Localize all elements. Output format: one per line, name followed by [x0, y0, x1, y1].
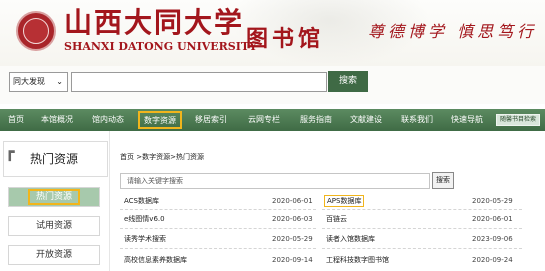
keyword-search-button[interactable]: 搜索: [432, 172, 454, 189]
nav-item-contact[interactable]: 联系我们: [401, 109, 433, 131]
database-link[interactable]: 工程科技数字图书馆: [326, 254, 389, 266]
sidebar-item-label: 热门资源: [27, 189, 80, 205]
sidebar-item-open-resources[interactable]: 开放资源: [8, 245, 100, 265]
database-link[interactable]: 百链云: [326, 213, 347, 225]
university-motto: 尊德博学 慎思笃行: [368, 22, 538, 41]
keyword-search-input[interactable]: 请输入关键字搜索: [120, 173, 430, 189]
nav-item-index[interactable]: 移居索引: [195, 109, 227, 131]
row-divider: [120, 228, 316, 229]
row-divider: [120, 248, 316, 249]
database-link[interactable]: 读者入馆数据库: [326, 233, 375, 245]
search-scope-value: 同大发现: [13, 77, 45, 86]
database-date: 2020-06-03: [272, 215, 313, 223]
chevron-down-icon: ⌄: [56, 77, 63, 86]
nav-item-collection[interactable]: 文献建设: [350, 109, 382, 131]
database-link[interactable]: ACS数据库: [124, 195, 159, 207]
database-date: 2020-05-29: [272, 235, 313, 243]
database-link[interactable]: APS数据库: [324, 195, 365, 207]
database-date: 2020-09-24: [472, 256, 513, 264]
logo-inner: [23, 18, 49, 44]
database-date: 2020-06-01: [472, 215, 513, 223]
sidebar-item-hot-resources[interactable]: 热门资源: [8, 187, 100, 207]
search-scope-select[interactable]: 同大发现 ⌄: [9, 72, 68, 92]
nav-item-service[interactable]: 服务指南: [300, 109, 332, 131]
database-date: 2020-06-01: [272, 197, 313, 205]
university-logo[interactable]: [16, 11, 56, 51]
row-divider: [120, 209, 316, 210]
nav-item-about[interactable]: 本馆概况: [41, 109, 73, 131]
row-divider: [322, 248, 522, 249]
database-date: 2020-05-29: [472, 197, 513, 205]
nav-item-digital-resources[interactable]: 数字资源: [138, 111, 182, 129]
nav-item-cloud[interactable]: 云网专栏: [248, 109, 280, 131]
breadcrumb: 首页 >数字资源>热门资源: [120, 153, 204, 161]
library-title: 图书馆: [246, 26, 325, 52]
database-link[interactable]: e线图情v6.0: [124, 213, 165, 225]
database-link[interactable]: 读秀学术搜索: [124, 233, 166, 245]
sidebar-item-label: 开放资源: [35, 250, 72, 260]
university-name-en: SHANXI DATONG UNIVERSITY: [64, 40, 257, 53]
database-date: 2020-09-14: [272, 256, 313, 264]
nav-item-quick-nav[interactable]: 快速导航: [451, 109, 483, 131]
search-input[interactable]: [71, 72, 327, 92]
database-link[interactable]: 高校信息素养数据库: [124, 254, 187, 266]
nav-item-home[interactable]: 首页: [8, 109, 24, 131]
university-name-cn: 山西大同大学: [64, 6, 245, 39]
catalog-search-link[interactable]: 随馨书目检索: [496, 114, 540, 126]
sidebar-item-trial-resources[interactable]: 试用资源: [8, 216, 100, 236]
sidebar-title: 热门资源: [30, 152, 79, 166]
sidebar-item-label: 试用资源: [35, 221, 72, 231]
row-divider: [322, 209, 522, 210]
nav-item-news[interactable]: 馆内动态: [92, 109, 124, 131]
search-button[interactable]: 搜索: [328, 71, 368, 92]
database-date: 2023-09-06: [472, 235, 513, 243]
bracket-icon: ┏: [5, 142, 15, 161]
row-divider: [322, 228, 522, 229]
